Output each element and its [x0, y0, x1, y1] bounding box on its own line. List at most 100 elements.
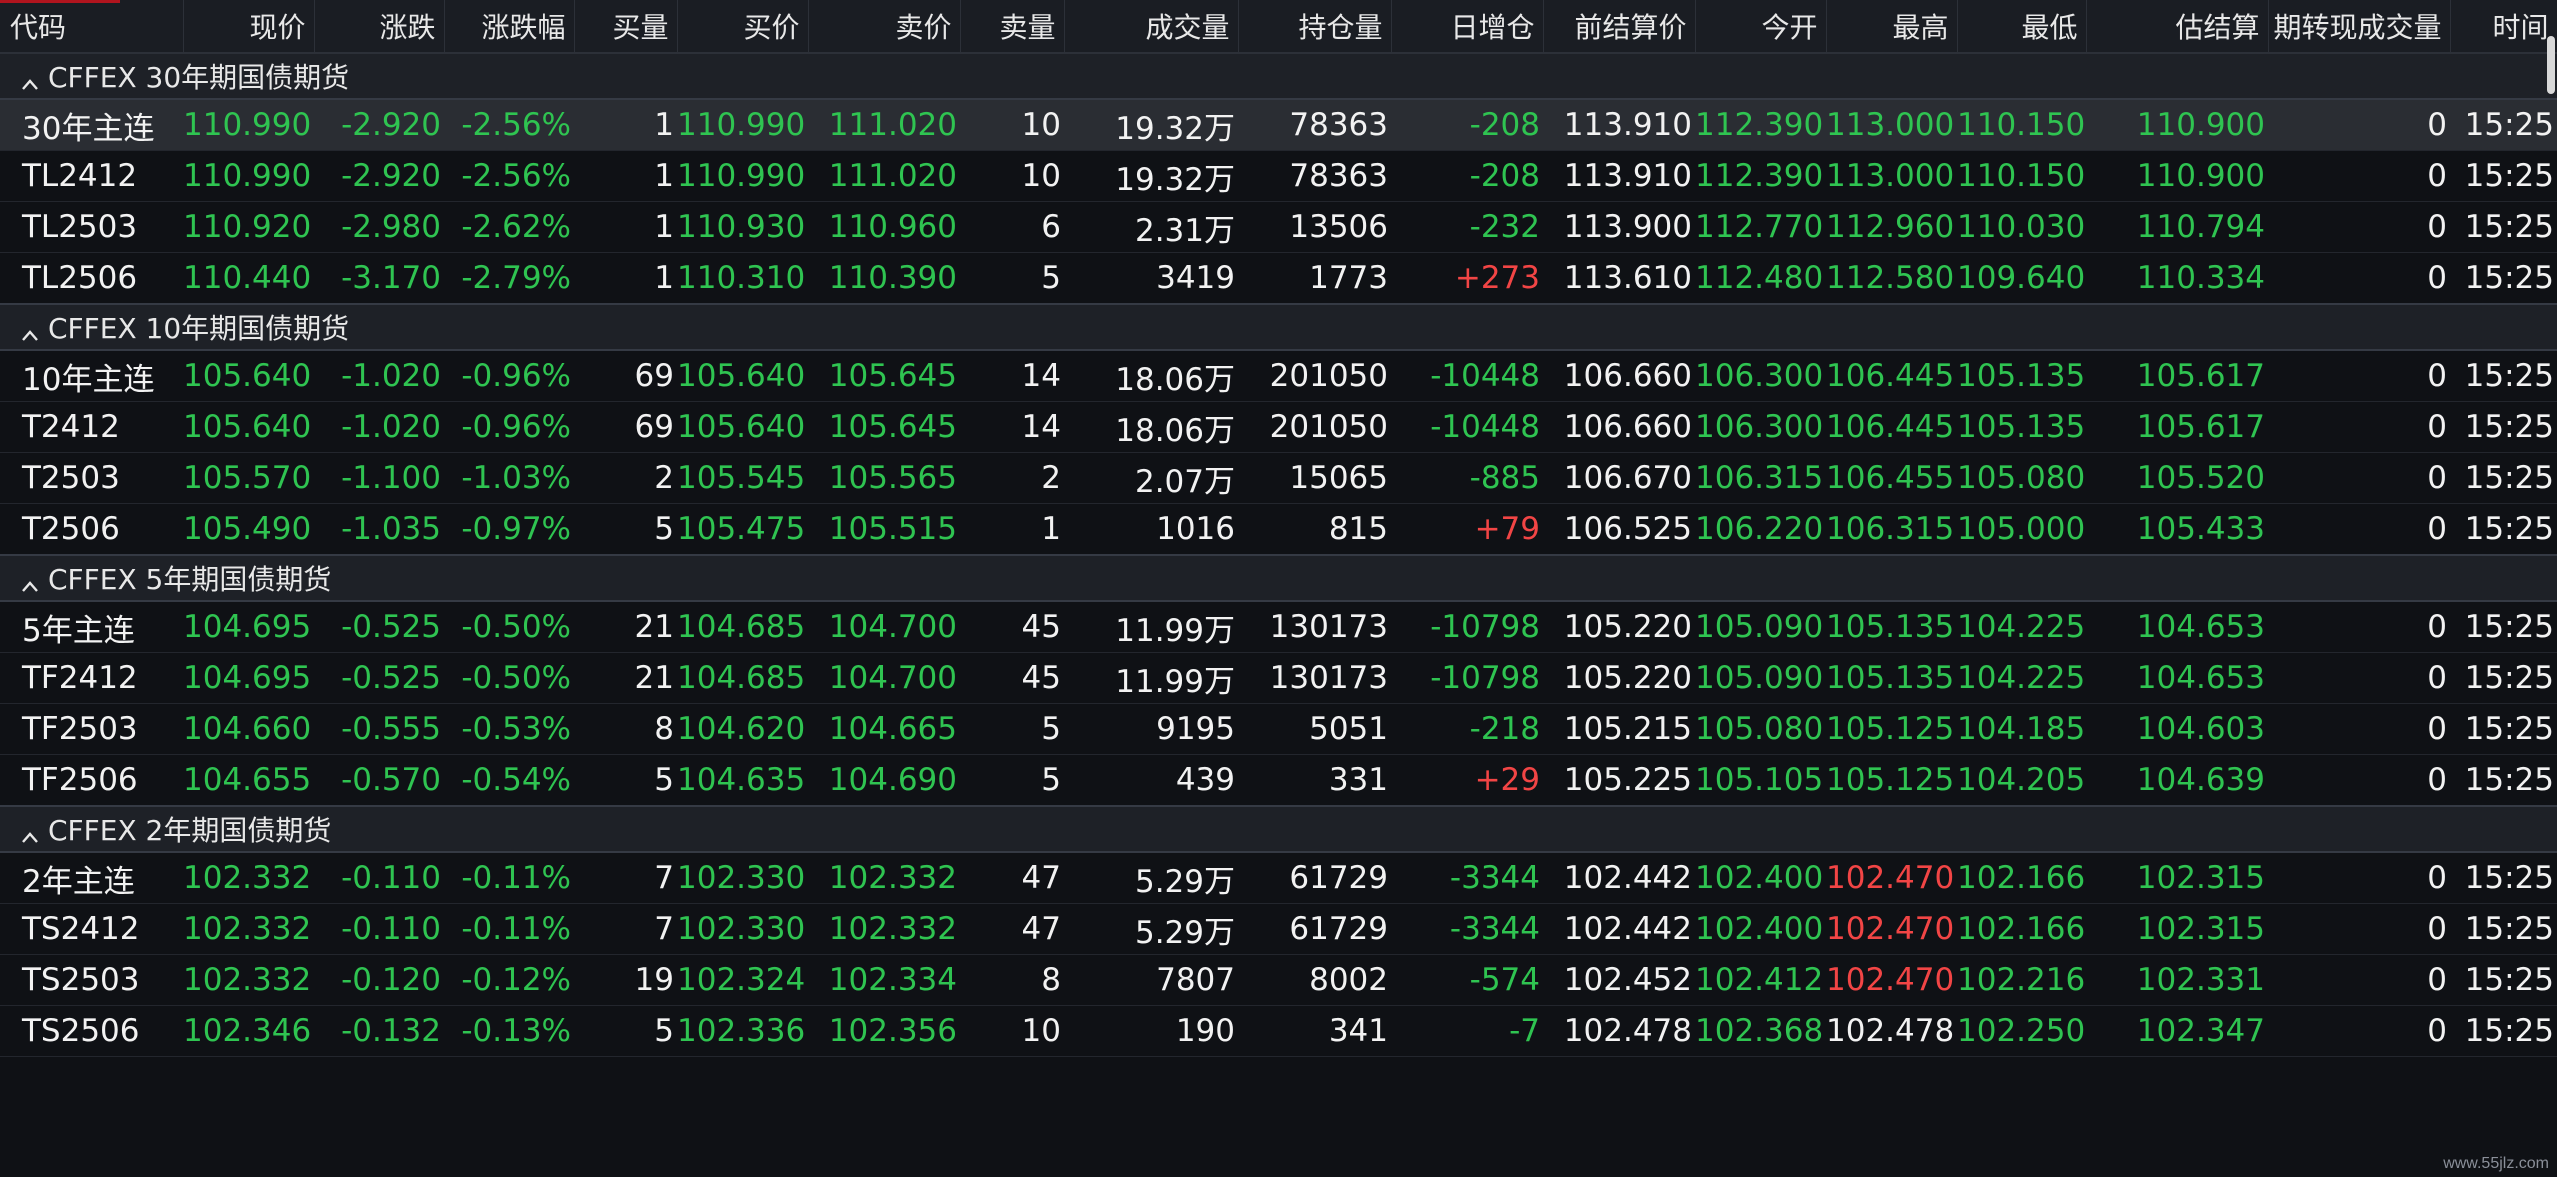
cell-bid-volume: 1: [574, 150, 677, 202]
cell-change-pct: -0.13%: [444, 1005, 574, 1057]
table-row[interactable]: TS2412 102.332 -0.110 -0.11% 7 102.330 102.332…: [0, 903, 2557, 955]
column-header-volume[interactable]: 成交量: [1064, 0, 1239, 54]
cell-prev-settlement: 105.220: [1543, 652, 1695, 704]
column-header-change-pct[interactable]: 涨跌幅: [444, 0, 575, 54]
table-row[interactable]: TS2503 102.332 -0.120 -0.12% 19 102.324 102.33…: [0, 954, 2557, 1006]
cell-high: 113.000: [1826, 150, 1957, 202]
cell-est-settlement: 110.900: [2086, 99, 2268, 151]
column-header-high[interactable]: 最高: [1826, 0, 1958, 54]
table-row[interactable]: T2506 105.490 -1.035 -0.97% 5 105.475 105.515 1…: [0, 503, 2557, 556]
cell-code: TS2412: [0, 903, 183, 955]
cell-open: 102.368: [1695, 1005, 1826, 1057]
futures-quote-table: 代码 现价 涨跌 涨跌幅 买量 买价 卖价 卖量 成交量 持仓量 日增仓 前结算价 今开 最高 最低 估结算期…: [0, 0, 2557, 1057]
table-row[interactable]: TL2412 110.990 -2.920 -2.56% 1 110.990 111.020…: [0, 150, 2557, 202]
column-header-open-interest[interactable]: 持仓量: [1238, 0, 1392, 54]
cell-daily-oi-change: -10798: [1391, 652, 1543, 704]
group-header-cell[interactable]: CFFEX 10年期国债期货: [0, 303, 2557, 351]
cell-prev-settlement: 113.610: [1543, 252, 1695, 305]
table-row[interactable]: TL2506 110.440 -3.170 -2.79% 1 110.310 110.390…: [0, 252, 2557, 305]
table-row[interactable]: TF2506 104.655 -0.570 -0.54% 5 104.635 104.690…: [0, 754, 2557, 807]
group-header[interactable]: CFFEX 2年期国债期货: [0, 805, 2557, 853]
cell-ask-price: 105.565: [808, 452, 960, 504]
group-header-cell[interactable]: CFFEX 30年期国债期货: [0, 52, 2557, 100]
cell-bid-volume: 5: [574, 754, 677, 807]
cell-bid-price: 105.640: [677, 350, 808, 402]
cell-volume: 19.32万: [1064, 150, 1238, 202]
cell-high: 102.470: [1826, 903, 1957, 955]
cell-ask-volume: 45: [960, 601, 1064, 653]
cell-efp-volume: 0: [2268, 903, 2450, 955]
column-header-efp-volume[interactable]: 期转现成交量: [2268, 0, 2451, 54]
cell-change-pct: -0.50%: [444, 652, 574, 704]
group-title: CFFEX 10年期国债期货: [48, 312, 350, 345]
cell-low: 109.640: [1957, 252, 2086, 305]
table-row[interactable]: T2412 105.640 -1.020 -0.96% 69 105.640 105.645…: [0, 401, 2557, 453]
group-header[interactable]: CFFEX 10年期国债期货: [0, 303, 2557, 351]
cell-volume: 5.29万: [1064, 903, 1238, 955]
cell-time: 15:25: [2450, 252, 2557, 305]
column-header-est-settlement[interactable]: 估结算: [2086, 0, 2269, 54]
group-header-cell[interactable]: CFFEX 5年期国债期货: [0, 554, 2557, 602]
group-header-cell[interactable]: CFFEX 2年期国债期货: [0, 805, 2557, 853]
column-header-time[interactable]: 时间: [2450, 0, 2557, 54]
cell-daily-oi-change: +79: [1391, 503, 1543, 556]
chevron-up-icon[interactable]: [20, 571, 40, 592]
group-header[interactable]: CFFEX 5年期国债期货: [0, 554, 2557, 602]
cell-ask-volume: 6: [960, 201, 1064, 253]
table-row[interactable]: TL2503 110.920 -2.980 -2.62% 1 110.930 110.960…: [0, 201, 2557, 253]
table-row[interactable]: TF2412 104.695 -0.525 -0.50% 21 104.685 104.70…: [0, 652, 2557, 704]
cell-open: 105.105: [1695, 754, 1826, 807]
cell-est-settlement: 104.653: [2086, 652, 2268, 704]
cell-bid-price: 102.330: [677, 903, 808, 955]
column-header-change[interactable]: 涨跌: [314, 0, 445, 54]
cell-change-pct: -2.56%: [444, 99, 574, 151]
cell-bid-volume: 69: [574, 401, 677, 453]
column-header-daily-oi-change[interactable]: 日增仓: [1391, 0, 1544, 54]
cell-time: 15:25: [2450, 201, 2557, 253]
column-header-bid-price[interactable]: 买价: [677, 0, 809, 54]
cell-change-pct: -0.11%: [444, 852, 574, 904]
cell-high: 106.445: [1826, 350, 1957, 402]
cell-daily-oi-change: +273: [1391, 252, 1543, 305]
cell-code: TS2503: [0, 954, 183, 1006]
cell-code: TS2506: [0, 1005, 183, 1057]
cell-high: 106.315: [1826, 503, 1957, 556]
watermark: www.55jlz.com: [2443, 1155, 2549, 1172]
cell-ask-price: 102.332: [808, 852, 960, 904]
table-row[interactable]: 10年主连 105.640 -1.020 -0.96% 69 105.640 105.645…: [0, 350, 2557, 402]
vertical-scrollbar[interactable]: [2547, 36, 2555, 94]
cell-bid-volume: 1: [574, 201, 677, 253]
cell-high: 112.580: [1826, 252, 1957, 305]
cell-open-interest: 815: [1238, 503, 1391, 556]
cell-ask-price: 102.356: [808, 1005, 960, 1057]
cell-efp-volume: 0: [2268, 754, 2450, 807]
column-header-price[interactable]: 现价: [183, 0, 315, 54]
cell-price: 110.990: [183, 150, 314, 202]
cell-bid-price: 104.635: [677, 754, 808, 807]
cell-high: 102.470: [1826, 954, 1957, 1006]
table-row[interactable]: 2年主连 102.332 -0.110 -0.11% 7 102.330 102.332 47…: [0, 852, 2557, 904]
group-header[interactable]: CFFEX 30年期国债期货: [0, 52, 2557, 100]
column-header-ask-price[interactable]: 卖价: [808, 0, 961, 54]
chevron-up-icon[interactable]: [20, 320, 40, 341]
column-header-prev-settlement[interactable]: 前结算价: [1543, 0, 1696, 54]
cell-ask-price: 110.960: [808, 201, 960, 253]
table-row[interactable]: TF2503 104.660 -0.555 -0.53% 8 104.620 104.665…: [0, 703, 2557, 755]
cell-open-interest: 5051: [1238, 703, 1391, 755]
chevron-up-icon[interactable]: [20, 822, 40, 843]
column-header-low[interactable]: 最低: [1957, 0, 2087, 54]
cell-time: 15:25: [2450, 350, 2557, 402]
column-header-code[interactable]: 代码: [0, 0, 184, 54]
column-header-ask-volume[interactable]: 卖量: [960, 0, 1065, 54]
cell-change-pct: -2.79%: [444, 252, 574, 305]
table-row[interactable]: TS2506 102.346 -0.132 -0.13% 5 102.336 102.356…: [0, 1005, 2557, 1057]
table-row[interactable]: 5年主连 104.695 -0.525 -0.50% 21 104.685 104.700 4…: [0, 601, 2557, 653]
chevron-up-icon[interactable]: [20, 69, 40, 90]
cell-change: -0.110: [314, 903, 444, 955]
cell-price: 110.920: [183, 201, 314, 253]
column-header-open[interactable]: 今开: [1695, 0, 1827, 54]
table-row[interactable]: 30年主连 110.990 -2.920 -2.56% 1 110.990 111.020 1…: [0, 99, 2557, 151]
column-header-bid-volume[interactable]: 买量: [574, 0, 678, 54]
cell-daily-oi-change: -218: [1391, 703, 1543, 755]
table-row[interactable]: T2503 105.570 -1.100 -1.03% 2 105.545 105.565 2…: [0, 452, 2557, 504]
